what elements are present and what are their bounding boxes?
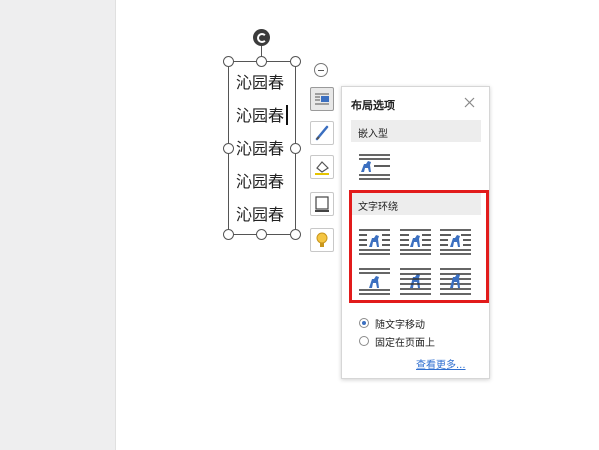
collapse-toolbar-button[interactable]	[314, 63, 328, 77]
border-button[interactable]	[310, 192, 334, 216]
resize-handle-bottom[interactable]	[256, 229, 267, 240]
resize-handle-top[interactable]	[256, 56, 267, 67]
document-gutter	[0, 0, 116, 450]
layout-options-icon	[315, 93, 329, 105]
text-line: 沁园春	[236, 139, 285, 158]
resize-handle-bottom-left[interactable]	[223, 229, 234, 240]
fill-icon	[315, 161, 329, 175]
fill-button[interactable]	[310, 155, 334, 179]
border-icon	[315, 196, 329, 212]
text-line: 沁园春	[236, 172, 285, 191]
resize-handle-top-right[interactable]	[290, 56, 301, 67]
inline-section-header: 嵌入型	[351, 120, 481, 142]
lightbulb-icon	[316, 232, 328, 247]
resize-handle-right[interactable]	[290, 143, 301, 154]
panel-title: 布局选项	[351, 99, 395, 112]
move-with-text-radio[interactable]	[359, 318, 369, 328]
text-line: 沁园春	[236, 205, 285, 224]
wrap-options-highlight	[349, 190, 489, 303]
resize-handle-top-left[interactable]	[223, 56, 234, 67]
see-more-link[interactable]: 查看更多...	[416, 356, 466, 371]
brush-icon	[315, 125, 329, 141]
layout-options-button[interactable]	[310, 87, 334, 111]
resize-handle-left[interactable]	[223, 143, 234, 154]
suggestion-button[interactable]	[310, 228, 334, 252]
close-icon[interactable]	[464, 97, 475, 108]
text-line: 沁园春	[236, 106, 285, 125]
move-with-text-label[interactable]: 随文字移动	[375, 316, 425, 331]
inline-section-label: 嵌入型	[358, 129, 388, 140]
fixed-on-page-label[interactable]: 固定在页面上	[375, 334, 435, 349]
outline-style-button[interactable]	[310, 121, 334, 145]
wrap-inline-icon[interactable]	[358, 153, 391, 182]
text-cursor	[286, 105, 288, 125]
rotate-handle[interactable]	[253, 29, 270, 46]
fixed-on-page-radio[interactable]	[359, 336, 369, 346]
text-box[interactable]: 沁园春 沁园春 沁园春 沁园春 沁园春	[228, 61, 296, 235]
text-line: 沁园春	[236, 73, 285, 92]
resize-handle-bottom-right[interactable]	[290, 229, 301, 240]
